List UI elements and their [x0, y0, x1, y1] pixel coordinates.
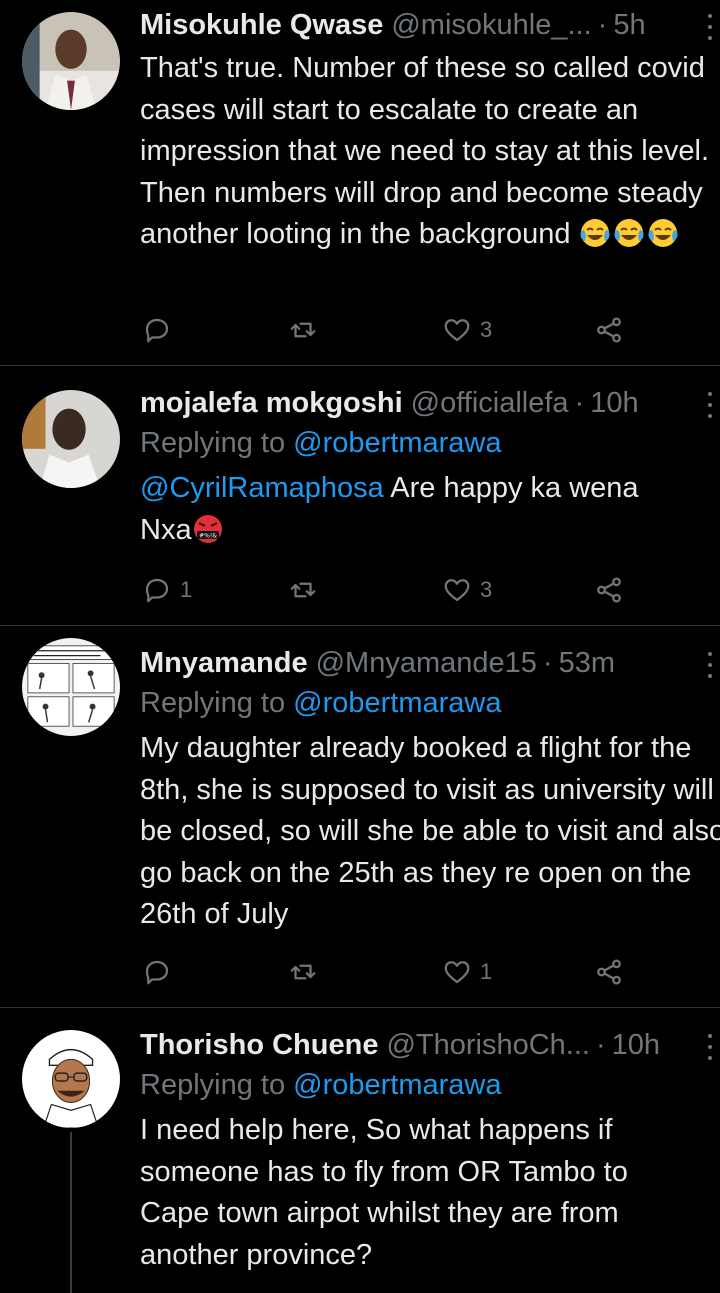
replying-to: Replying to @robertmarawa: [140, 1064, 720, 1106]
like-button[interactable]: 3: [442, 312, 492, 348]
retweet-button[interactable]: [288, 572, 326, 608]
comment-icon: [145, 578, 169, 603]
tweet-card[interactable]: mojalefa mokgoshi @officiallefa · 10h Re…: [0, 366, 720, 626]
separator-dot: ·: [595, 1029, 606, 1061]
author-handle[interactable]: @officiallefa: [411, 384, 569, 422]
avatar-image: [22, 12, 120, 110]
tweet-header: Misokuhle Qwase @misokuhle_... · 5h: [140, 6, 720, 44]
mention-link[interactable]: @robertmarawa: [293, 1069, 501, 1101]
retweet-icon: [290, 582, 316, 598]
replying-to-label: Replying to: [140, 687, 294, 719]
tweet-card[interactable]: Mnyamande @Mnyamande15 · 53m Replying to…: [0, 626, 720, 1008]
cursing-face-emoji-icon: #%!&: [192, 513, 224, 545]
like-button[interactable]: 1: [442, 954, 492, 990]
tweet-card[interactable]: Misokuhle Qwase @misokuhle_... · 5h That…: [0, 0, 720, 366]
like-count: 1: [480, 959, 493, 984]
comment-icon: [145, 318, 169, 343]
avatar[interactable]: [22, 12, 120, 110]
mention-link[interactable]: @robertmarawa: [293, 427, 501, 459]
tweet-actions: 3: [140, 312, 700, 348]
author-handle[interactable]: @misokuhle_...: [391, 6, 591, 44]
tweet-actions: 1: [140, 954, 700, 990]
author-name[interactable]: Thorisho Chuene: [140, 1026, 378, 1064]
like-button[interactable]: 3: [442, 572, 492, 608]
timestamp[interactable]: 53m: [559, 644, 615, 682]
tweet-header: Thorisho Chuene @ThorishoCh... · 10h: [140, 1026, 720, 1064]
share-button[interactable]: [594, 312, 624, 348]
timestamp[interactable]: 10h: [590, 384, 638, 422]
comment-icon: [145, 960, 169, 985]
separator-dot: ·: [597, 9, 608, 41]
retweet-button[interactable]: [288, 954, 326, 990]
avatar-image: [22, 390, 120, 488]
tweet-card[interactable]: Thorisho Chuene @ThorishoCh... · 10h Rep…: [0, 1008, 720, 1293]
author-name[interactable]: mojalefa mokgoshi: [140, 384, 403, 422]
reply-button[interactable]: 1: [142, 572, 192, 608]
reply-count: 1: [180, 577, 193, 602]
retweet-icon: [290, 964, 316, 980]
like-count: 3: [480, 317, 493, 342]
svg-text:#%!&: #%!&: [199, 532, 217, 539]
share-icon: [597, 317, 621, 343]
like-count: 3: [480, 577, 493, 602]
replying-to-label: Replying to: [140, 1069, 294, 1101]
tweet-header: mojalefa mokgoshi @officiallefa · 10h: [140, 384, 720, 422]
timestamp[interactable]: 10h: [612, 1026, 660, 1064]
tears-of-joy-emoji-icon: [613, 217, 645, 249]
avatar[interactable]: [22, 638, 120, 736]
author-name[interactable]: Misokuhle Qwase: [140, 6, 383, 44]
avatar-image: [22, 638, 120, 736]
tweet-header: Mnyamande @Mnyamande15 · 53m: [140, 644, 720, 682]
share-button[interactable]: [594, 954, 624, 990]
tweet-text: @CyrilRamaphosa Are happy ka wena Nxa #%!…: [140, 468, 720, 551]
share-button[interactable]: [594, 572, 624, 608]
tweet-text: My daughter already booked a flight for …: [140, 732, 720, 930]
avatar-image: [22, 1030, 120, 1128]
share-icon: [597, 959, 621, 985]
replying-to: Replying to @robertmarawa: [140, 422, 720, 464]
replying-to-label: Replying to: [140, 427, 294, 459]
reply-button[interactable]: [142, 954, 180, 990]
retweet-button[interactable]: [288, 312, 326, 348]
avatar[interactable]: [22, 1030, 120, 1128]
replying-to: Replying to @robertmarawa: [140, 682, 720, 724]
mention-link[interactable]: @CyrilRamaphosa: [140, 472, 384, 504]
tweet-feed: Misokuhle Qwase @misokuhle_... · 5h That…: [0, 0, 720, 1293]
heart-icon: [444, 319, 470, 342]
thread-line: [70, 1132, 72, 1293]
more-vertical-icon[interactable]: [706, 392, 714, 418]
separator-dot: ·: [574, 387, 585, 419]
tweet-actions: 1 3: [140, 572, 700, 608]
heart-icon: [444, 579, 470, 602]
separator-dot: ·: [542, 647, 553, 679]
author-name[interactable]: Mnyamande: [140, 644, 308, 682]
mention-link[interactable]: @robertmarawa: [293, 687, 501, 719]
author-handle[interactable]: @Mnyamande15: [316, 644, 537, 682]
tweet-text: I need help here, So what happens if som…: [140, 1114, 628, 1271]
timestamp[interactable]: 5h: [613, 6, 645, 44]
tears-of-joy-emoji-icon: [579, 217, 611, 249]
more-vertical-icon[interactable]: [706, 1034, 714, 1060]
retweet-icon: [290, 322, 316, 338]
reply-button[interactable]: [142, 312, 180, 348]
tears-of-joy-emoji-icon: [647, 217, 679, 249]
avatar[interactable]: [22, 390, 120, 488]
author-handle[interactable]: @ThorishoCh...: [386, 1026, 590, 1064]
more-vertical-icon[interactable]: [706, 14, 714, 40]
tweet-text: That's true. Number of these so called c…: [140, 48, 720, 256]
share-icon: [597, 577, 621, 603]
more-vertical-icon[interactable]: [706, 652, 714, 678]
heart-icon: [444, 961, 470, 984]
